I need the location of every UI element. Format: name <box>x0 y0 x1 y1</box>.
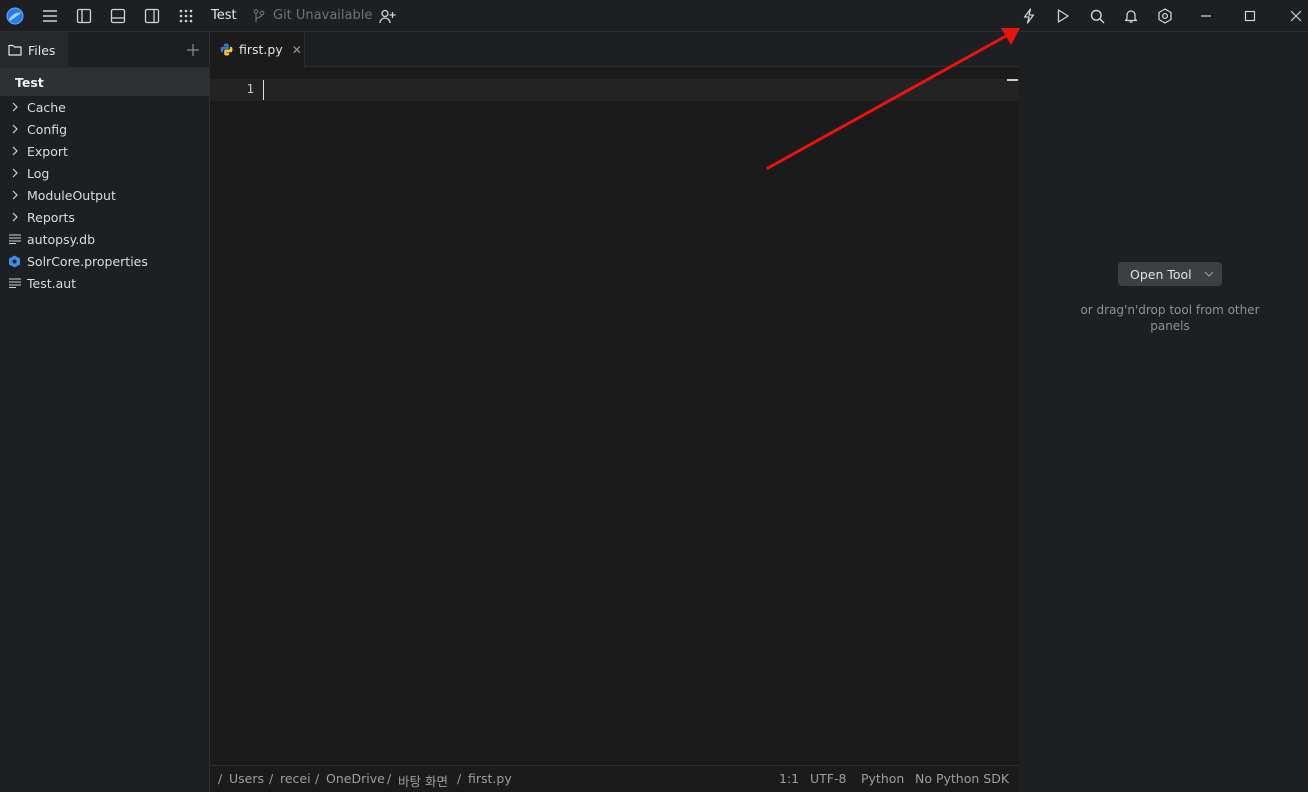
left-panel-icon[interactable] <box>74 6 94 26</box>
tree-item-autopsy-db[interactable]: autopsy.db <box>8 228 95 250</box>
breadcrumb-separator: / <box>218 771 223 786</box>
hamburger-menu-icon[interactable] <box>40 6 60 26</box>
tab-close-icon[interactable]: ✕ <box>292 43 302 57</box>
project-name[interactable]: Test <box>211 8 237 24</box>
minimize-icon[interactable] <box>1196 6 1216 26</box>
breadcrumb-separator: / <box>457 771 462 786</box>
chevron-right-icon <box>8 167 21 180</box>
breadcrumb-item[interactable]: Users <box>229 771 264 786</box>
file-language[interactable]: Python <box>861 771 904 786</box>
settings-icon[interactable] <box>1155 6 1175 26</box>
breadcrumb-separator: / <box>387 771 392 786</box>
tree-item-label: autopsy.db <box>27 231 96 247</box>
chevron-right-icon <box>8 123 21 136</box>
chevron-down-icon <box>1204 270 1214 278</box>
files-tab-label: Files <box>28 42 56 58</box>
breadcrumb-item[interactable]: first.py <box>468 771 512 786</box>
add-panel-icon[interactable] <box>184 41 202 59</box>
title-bar: Test Git Unavailable <box>0 0 1308 32</box>
tree-item-config[interactable]: Config <box>8 118 67 140</box>
lightning-icon[interactable] <box>1019 6 1039 26</box>
right-panel-icon[interactable] <box>142 6 162 26</box>
add-user-icon[interactable] <box>377 6 397 26</box>
chevron-right-icon <box>8 211 21 224</box>
project-root-row[interactable]: Test <box>0 68 209 96</box>
open-tool-button[interactable]: Open Tool <box>1118 262 1222 286</box>
tree-item-moduleoutput[interactable]: ModuleOutput <box>8 184 116 206</box>
chevron-right-icon <box>8 189 21 202</box>
file-encoding[interactable]: UTF-8 <box>810 771 846 786</box>
python-sdk-status[interactable]: No Python SDK <box>915 771 1009 786</box>
breadcrumb-item[interactable]: recei <box>280 771 311 786</box>
breadcrumb-item[interactable]: OneDrive <box>326 771 385 786</box>
tree-item-label: ModuleOutput <box>27 187 116 203</box>
breadcrumb-separator: / <box>269 771 274 786</box>
chevron-right-icon <box>8 145 21 158</box>
tree-item-label: Export <box>27 143 68 159</box>
tree-item-label: Test.aut <box>27 275 77 291</box>
chevron-right-icon <box>8 101 21 114</box>
tree-item-label: Log <box>27 165 50 181</box>
files-tab[interactable]: Files <box>0 32 68 68</box>
bottom-panel-icon[interactable] <box>108 6 128 26</box>
close-icon[interactable] <box>1286 6 1306 26</box>
project-root-label: Test <box>15 74 44 90</box>
tool-panel: Open Tool or drag'n'drop tool from other… <box>1020 32 1308 792</box>
drag-drop-hint: or drag'n'drop tool from other panels <box>1080 303 1260 333</box>
git-branch-icon <box>252 6 266 26</box>
apps-grid-icon[interactable] <box>176 6 196 26</box>
tab-first-py[interactable]: first.py ✕ <box>210 32 305 67</box>
tree-item-label: SolrCore.properties <box>27 253 148 269</box>
tree-item-label: Reports <box>27 209 75 225</box>
cursor-position[interactable]: 1:1 <box>779 771 799 786</box>
breadcrumb-item[interactable]: 바탕 화면 <box>398 771 448 790</box>
files-panel-header: Files <box>0 32 209 68</box>
text-file-icon <box>8 233 21 246</box>
settings-file-icon <box>8 255 21 268</box>
files-panel: Files Test Cache Config Export Log Modul… <box>0 32 210 792</box>
tree-item-log[interactable]: Log <box>8 162 49 184</box>
code-editor[interactable] <box>270 79 1000 759</box>
editor-area: first.py ✕ 1 / Users / recei / OneDrive … <box>210 32 1019 792</box>
tree-item-label: Cache <box>27 99 66 115</box>
editor-tab-strip: first.py ✕ <box>210 32 1019 67</box>
breadcrumb-separator: / <box>315 771 320 786</box>
bell-icon[interactable] <box>1121 6 1141 26</box>
tree-item-cache[interactable]: Cache <box>8 96 66 118</box>
python-file-icon <box>220 43 233 56</box>
text-caret <box>263 80 264 100</box>
search-icon[interactable] <box>1087 6 1107 26</box>
git-status[interactable]: Git Unavailable <box>273 8 372 24</box>
tree-item-test-aut[interactable]: Test.aut <box>8 272 76 294</box>
app-logo-icon[interactable] <box>5 6 25 26</box>
tab-label: first.py <box>239 42 283 57</box>
line-number: 1 <box>246 81 254 96</box>
scrollbar-marker[interactable] <box>1007 79 1018 81</box>
run-icon[interactable] <box>1053 6 1073 26</box>
maximize-icon[interactable] <box>1240 6 1260 26</box>
tree-item-solrcore-properties[interactable]: SolrCore.properties <box>8 250 148 272</box>
open-tool-label: Open Tool <box>1130 266 1192 282</box>
tree-item-reports[interactable]: Reports <box>8 206 75 228</box>
status-bar: / Users / recei / OneDrive / 바탕 화면 / fir… <box>210 765 1019 792</box>
folder-icon <box>8 44 22 56</box>
tree-item-label: Config <box>27 121 68 137</box>
tree-item-export[interactable]: Export <box>8 140 68 162</box>
text-file-icon <box>8 277 21 290</box>
